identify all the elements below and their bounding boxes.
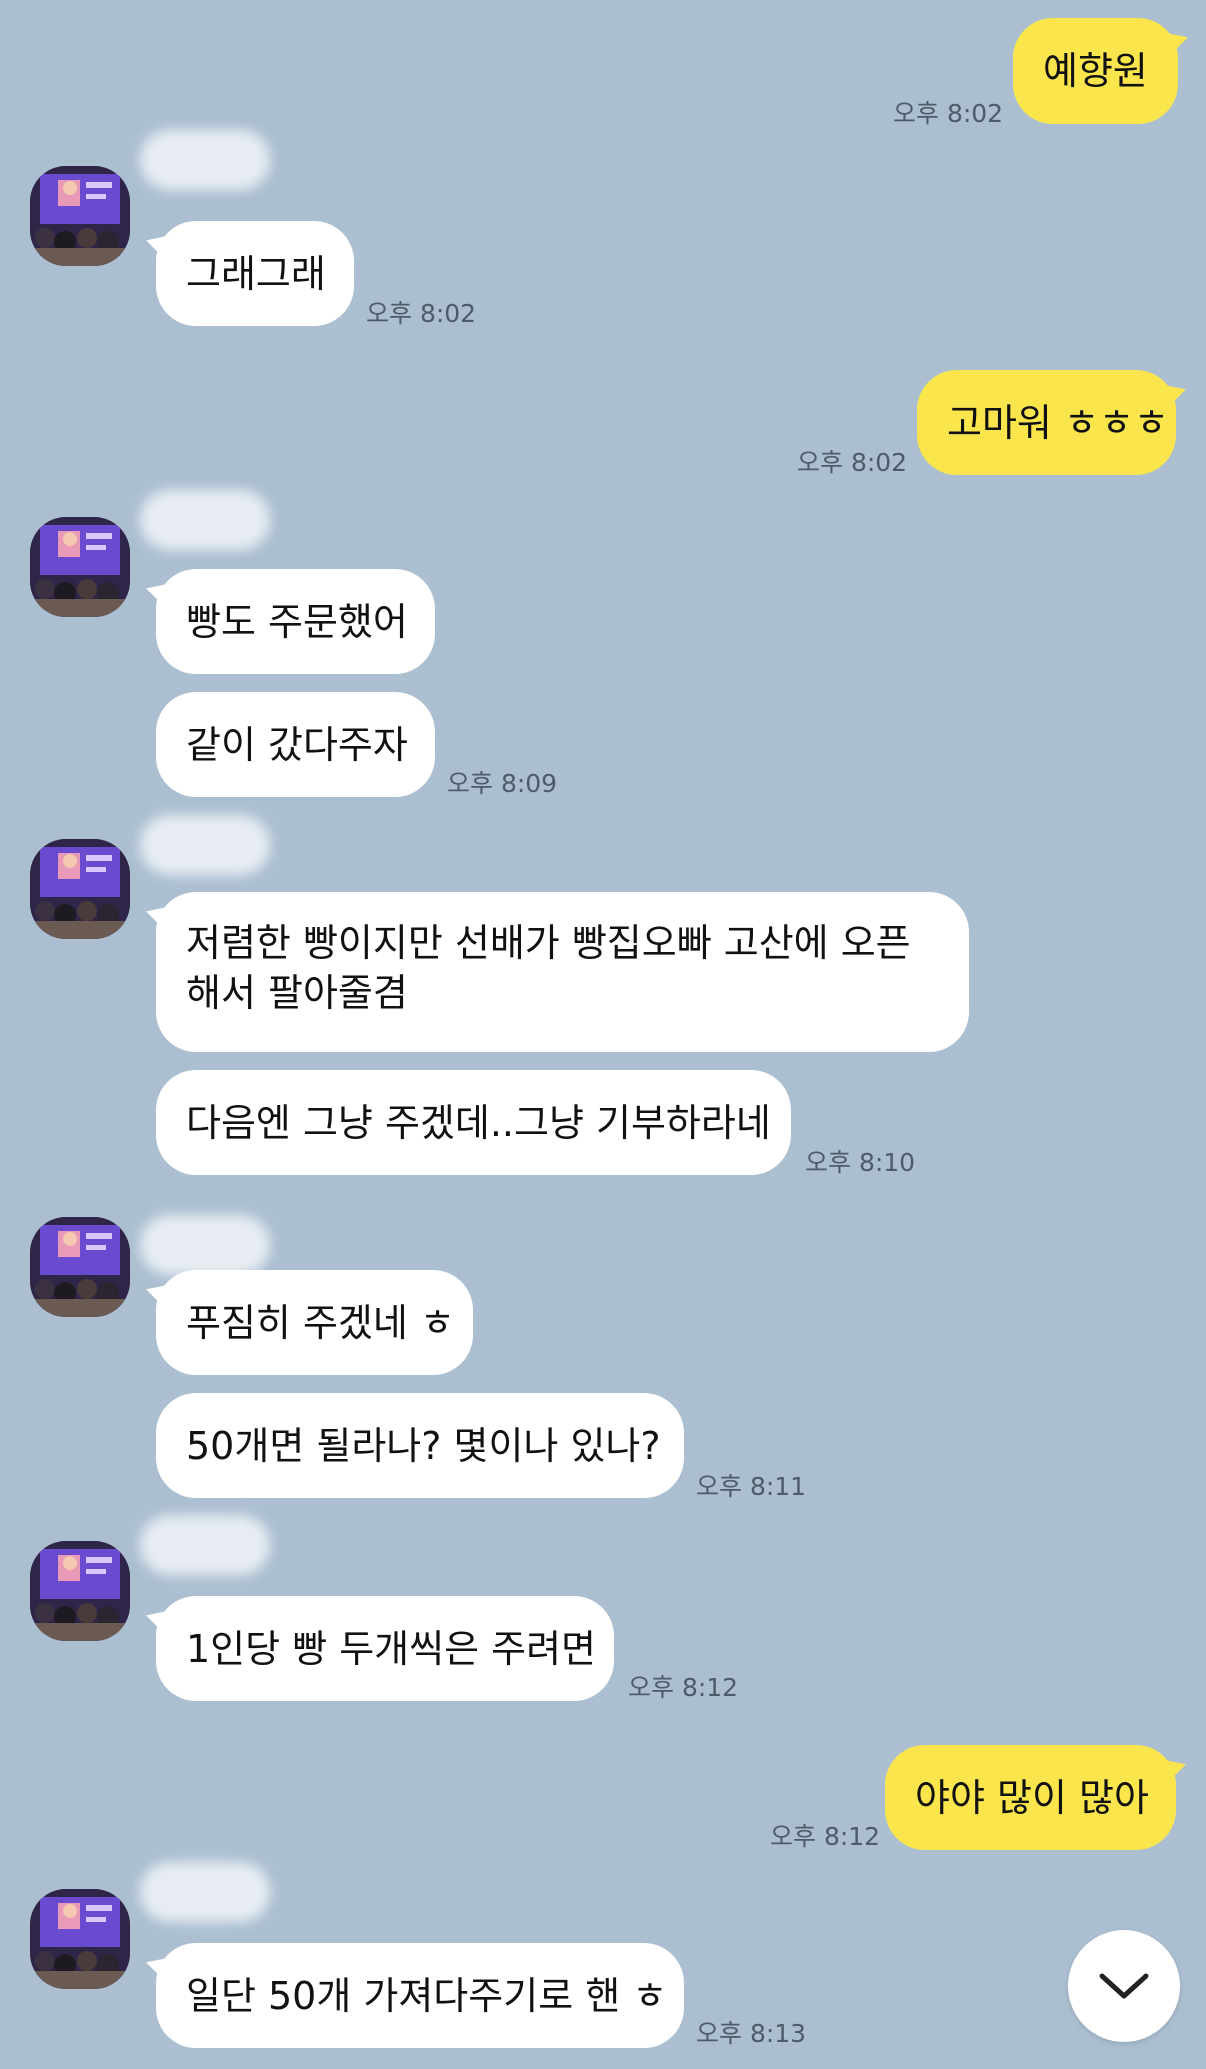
avatar[interactable] xyxy=(30,166,130,266)
message-time: 오후 8:11 xyxy=(696,1472,807,1501)
profile-photo xyxy=(30,1889,130,1989)
profile-photo xyxy=(30,1217,130,1317)
profile-photo xyxy=(30,166,130,266)
message-bubble-sent[interactable]: 예향원 xyxy=(1013,18,1178,124)
avatar[interactable] xyxy=(30,839,130,939)
avatar[interactable] xyxy=(30,1889,130,1989)
message-bubble-received[interactable]: 일단 50개 가져다주기로 핸 ㅎ xyxy=(156,1943,684,2048)
message-bubble-received[interactable]: 50개면 될라나? 몇이나 있나? xyxy=(156,1393,684,1498)
message-time: 오후 8:13 xyxy=(696,2019,807,2048)
message-time: 오후 8:02 xyxy=(797,448,908,477)
message-time: 오후 8:02 xyxy=(893,99,1004,128)
message-bubble-received[interactable]: 그래그래 xyxy=(156,221,354,326)
avatar[interactable] xyxy=(30,1541,130,1641)
message-bubble-received[interactable]: 푸짐히 주겠네 ㅎ xyxy=(156,1270,473,1375)
scroll-to-bottom-button[interactable] xyxy=(1068,1930,1180,2042)
sender-name-redacted xyxy=(140,1862,270,1922)
message-bubble-sent[interactable]: 야야 많이 많아 xyxy=(885,1745,1176,1850)
message-bubble-sent[interactable]: 고마워 ㅎㅎㅎ xyxy=(917,370,1176,475)
profile-photo xyxy=(30,839,130,939)
sender-name-redacted xyxy=(140,815,270,875)
chevron-down-icon xyxy=(1099,1973,1149,1999)
sender-name-redacted xyxy=(140,130,270,190)
message-bubble-received[interactable]: 1인당 빵 두개씩은 주려면 xyxy=(156,1596,614,1701)
profile-photo xyxy=(30,1541,130,1641)
message-bubble-received[interactable]: 저렴한 빵이지만 선배가 빵집오빠 고산에 오픈해서 팔아줄겸 xyxy=(156,892,969,1052)
message-time: 오후 8:12 xyxy=(628,1673,739,1702)
message-time: 오후 8:09 xyxy=(447,769,558,798)
message-bubble-received[interactable]: 같이 갔다주자 xyxy=(156,692,435,797)
profile-photo xyxy=(30,517,130,617)
message-bubble-received[interactable]: 빵도 주문했어 xyxy=(156,569,435,674)
sender-name-redacted xyxy=(140,1515,270,1575)
avatar[interactable] xyxy=(30,517,130,617)
message-bubble-received[interactable]: 다음엔 그냥 주겠데..그냥 기부하라네 xyxy=(156,1070,791,1175)
message-time: 오후 8:10 xyxy=(805,1148,916,1177)
sender-name-redacted xyxy=(140,490,270,550)
message-time: 오후 8:12 xyxy=(770,1822,881,1851)
avatar[interactable] xyxy=(30,1217,130,1317)
message-time: 오후 8:02 xyxy=(366,299,477,328)
sender-name-redacted xyxy=(140,1215,270,1275)
